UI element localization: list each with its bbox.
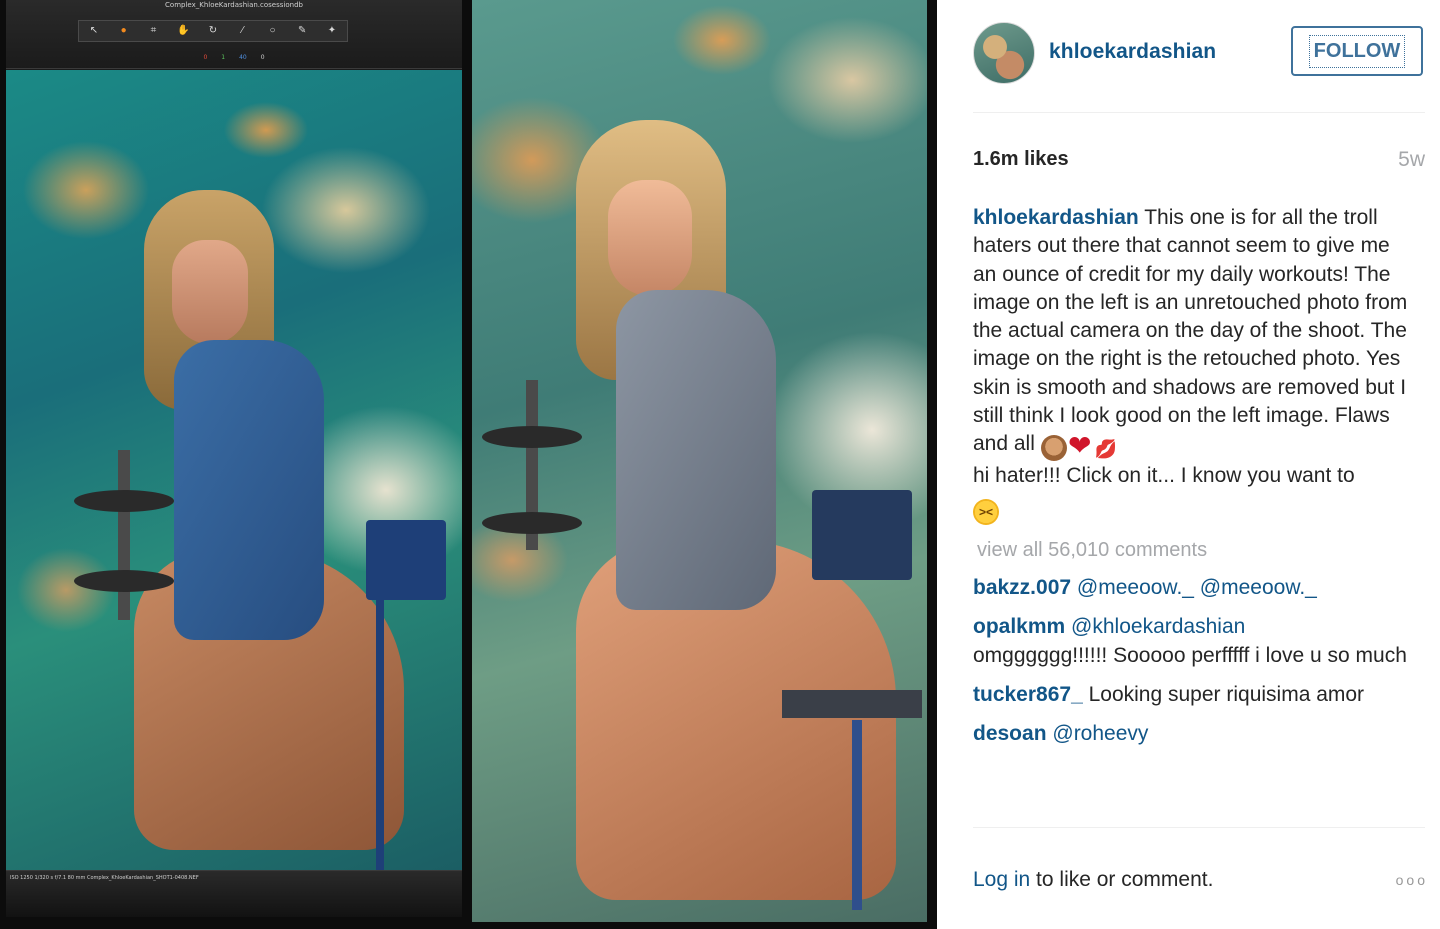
comment-item: bakzz.007 @meeoow._ @meeoow._ xyxy=(973,574,1413,602)
raw-photo-content xyxy=(6,70,462,870)
post-timestamp[interactable]: 5w xyxy=(1398,148,1425,172)
login-prompt: Log in to like or comment. xyxy=(973,868,1213,892)
footer-divider xyxy=(973,827,1425,828)
pointer-icon: ↖ xyxy=(89,25,99,36)
eyedropper-icon: ○ xyxy=(269,25,276,36)
author-username[interactable]: khloekardashian xyxy=(1049,40,1216,64)
unretouched-photo: Complex_KhloeKardashian.cosessiondb ↖ ● … xyxy=(6,0,462,917)
dumbbell-icon xyxy=(74,450,174,620)
count-red: 0 xyxy=(203,54,208,61)
editor-counts: 0 1 40 0 xyxy=(6,54,462,61)
retouched-photo xyxy=(472,0,927,922)
caption-author[interactable]: khloekardashian xyxy=(973,206,1139,229)
see-no-evil-monkey-icon: 🙈 xyxy=(1040,435,1067,462)
comment-text: Looking super riquisima amor xyxy=(1088,682,1365,706)
comment-text: omgggggg!!!!!! Sooooo perfffff i love u … xyxy=(973,643,1407,667)
post-media[interactable]: Complex_KhloeKardashian.cosessiondb ↖ ● … xyxy=(0,0,937,929)
caption-text-continued: hi hater!!! Click on it... I know you wa… xyxy=(973,464,1355,488)
avatar[interactable] xyxy=(973,22,1035,84)
chair xyxy=(366,520,456,870)
photo-editor-toolbar: Complex_KhloeKardashian.cosessiondb ↖ ● … xyxy=(6,0,462,69)
follow-button-label: FOLLOW xyxy=(1308,34,1406,68)
login-prompt-text: to like or comment. xyxy=(1030,868,1214,891)
more-options-icon[interactable]: ooo xyxy=(1396,872,1428,888)
photo-editor-statusbar: ISO 1250 1/320 s f/7.1 80 mm Complex_Khl… xyxy=(6,870,462,917)
comment-author[interactable]: opalkmm xyxy=(973,615,1065,638)
follow-button[interactable]: FOLLOW xyxy=(1291,26,1423,76)
kiss-mark-icon: 💋 xyxy=(1094,439,1117,460)
comment-text[interactable]: @roheevy xyxy=(1052,722,1148,745)
post-side-panel: khloekardashian FOLLOW 1.6m likes 5w khl… xyxy=(937,0,1440,929)
pen-icon: ✎ xyxy=(298,25,307,36)
wand-icon: ✦ xyxy=(327,25,337,36)
comments-list: khloekardashian This one is for all the … xyxy=(973,204,1413,759)
count-blue: 40 xyxy=(239,54,247,61)
like-count[interactable]: 1.6m likes xyxy=(973,148,1069,171)
comment-item: desoan @roheevy xyxy=(973,720,1413,748)
count-white: 0 xyxy=(260,54,265,61)
heart-icon: ❤ xyxy=(1068,430,1092,462)
photo-metadata: ISO 1250 1/320 s f/7.1 80 mm Complex_Khl… xyxy=(10,875,199,881)
editor-filename: Complex_KhloeKardashian.cosessiondb xyxy=(165,1,303,9)
crop-icon: ⌗ xyxy=(150,25,157,36)
brush-icon: ⁄ xyxy=(241,25,244,36)
comment-item: opalkmm @khloekardashian omgggggg!!!!!! … xyxy=(973,613,1413,670)
comment-mention[interactable]: @khloekardashian xyxy=(1071,615,1245,638)
comment-item: tucker867_ Looking super riquisima amor xyxy=(973,681,1413,709)
header-divider xyxy=(973,112,1425,113)
comment-author[interactable]: bakzz.007 xyxy=(973,576,1071,599)
dumbbell-icon xyxy=(482,380,592,570)
caption-text: This one is for all the troll haters out… xyxy=(973,206,1408,456)
count-green: 1 xyxy=(221,54,226,61)
post-header: khloekardashian FOLLOW xyxy=(937,0,1440,112)
instagram-post-window: Complex_KhloeKardashian.cosessiondb ↖ ● … xyxy=(0,0,1440,929)
login-link[interactable]: Log in xyxy=(973,868,1030,891)
comment-text[interactable]: @meeoow._ @meeoow._ xyxy=(1077,576,1317,599)
spot-icon: ● xyxy=(120,25,127,36)
squinting-tongue-face-icon: >< xyxy=(973,498,999,525)
rotate-icon: ↻ xyxy=(208,25,218,36)
caption: khloekardashian This one is for all the … xyxy=(973,204,1413,525)
view-all-comments-link[interactable]: view all 56,010 comments xyxy=(977,536,1413,564)
chair xyxy=(782,490,922,910)
comment-author[interactable]: tucker867_ xyxy=(973,683,1083,706)
hand-icon: ✋ xyxy=(177,25,190,36)
editor-tool-strip: ↖ ● ⌗ ✋ ↻ ⁄ ○ ✎ ✦ xyxy=(78,20,348,42)
comment-author[interactable]: desoan xyxy=(973,722,1047,745)
